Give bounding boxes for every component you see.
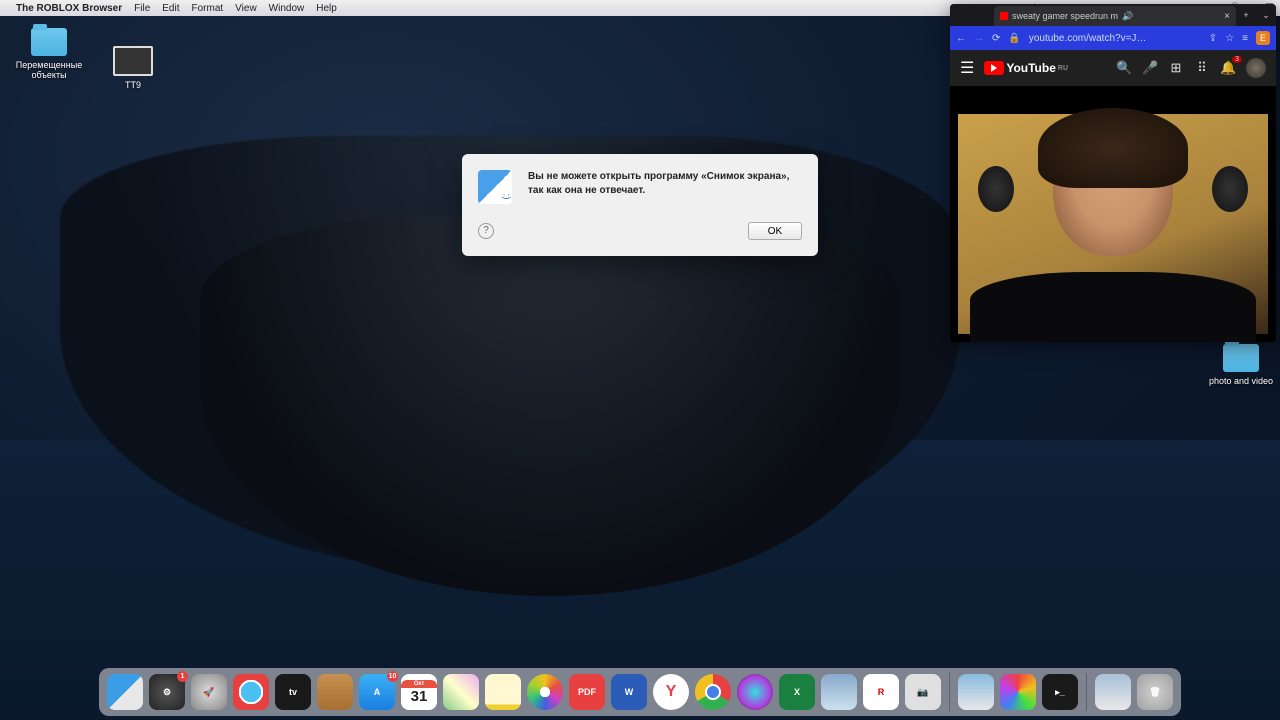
video-player[interactable] [950,106,1276,342]
profile-badge[interactable]: E [1256,31,1270,45]
address-bar[interactable]: youtube.com/watch?v=J… [1029,33,1201,44]
notifications-icon[interactable]: 🔔3 [1220,60,1236,76]
dock-appstore[interactable]: A10 [359,674,395,710]
tab-close-icon[interactable]: × [1224,11,1230,22]
dock-contacts[interactable] [317,674,353,710]
youtube-header: ☰ YouTubeRU 🔍 🎤 ⊞ ⠿ 🔔3 [950,50,1276,86]
dock-chrome[interactable] [695,674,731,710]
dock-finder[interactable] [107,674,143,710]
apps-icon[interactable]: ⠿ [1194,60,1210,76]
dock-preview[interactable] [821,674,857,710]
dock: ⚙1 🚀 tv A10 Окт31 PDF W Y X R 📷 ▸_ 🗑 [99,668,1181,716]
dock-trash[interactable]: 🗑 [1137,674,1173,710]
dock-recent-1[interactable] [958,674,994,710]
dock-excel[interactable]: X [779,674,815,710]
dock-word[interactable]: W [611,674,647,710]
headphones-icon [978,166,1014,212]
menu-edit[interactable]: Edit [162,3,179,14]
toolbar: ← → ⟳ 🔒 youtube.com/watch?v=J… ⇪ ☆ ≡ E [950,26,1276,50]
tab-audio-icon[interactable]: 🔊 [1122,11,1133,22]
menu-view[interactable]: View [235,3,257,14]
create-icon[interactable]: ⊞ [1168,60,1184,76]
browser-tab[interactable]: sweaty gamer speedrun m 🔊 × [994,6,1236,26]
desktop-icon-label: Перемещенные объекты [14,60,84,80]
dock-screenshot[interactable]: 📷 [905,674,941,710]
back-button[interactable]: ← [956,33,966,44]
menu-window[interactable]: Window [269,3,305,14]
play-icon [984,61,1004,75]
dock-separator [949,673,950,711]
app-name[interactable]: The ROBLOX Browser [16,3,122,14]
ok-button[interactable]: OK [748,222,802,240]
desktop-icon-label: TT9 [98,80,168,90]
reader-icon[interactable]: ≡ [1242,33,1248,44]
dock-terminal[interactable]: ▸_ [1042,674,1078,710]
forward-button[interactable]: → [974,33,984,44]
dock-siri[interactable] [737,674,773,710]
finder-icon [478,170,512,204]
dock-calendar[interactable]: Окт31 [401,674,437,710]
bookmark-icon[interactable]: ☆ [1225,33,1234,44]
dock-settings[interactable]: ⚙1 [149,674,185,710]
share-icon[interactable]: ⇪ [1209,33,1217,44]
dock-launchpad[interactable]: 🚀 [191,674,227,710]
dock-notes[interactable] [485,674,521,710]
desktop-folder-moved[interactable]: Перемещенные объекты [14,28,84,80]
dock-safari[interactable] [233,674,269,710]
alert-dialog: Вы не можете открыть программу «Снимок э… [462,154,818,256]
hamburger-icon[interactable]: ☰ [960,58,974,78]
avatar[interactable] [1246,58,1266,78]
youtube-favicon-icon [1000,12,1008,20]
browser-window[interactable]: sweaty gamer speedrun m 🔊 × + ⌄ ← → ⟳ 🔒 … [950,4,1276,342]
dock-yandex[interactable]: Y [653,674,689,710]
menu-help[interactable]: Help [316,3,337,14]
new-tab-button[interactable]: + [1236,4,1256,26]
dialog-message: Вы не можете открыть программу «Снимок э… [528,170,802,204]
tab-bar: sweaty gamer speedrun m 🔊 × + ⌄ [950,4,1276,26]
dock-recent-2[interactable] [1000,674,1036,710]
reload-button[interactable]: ⟳ [992,33,1000,44]
folder-icon [31,28,67,56]
desktop-folder-photo[interactable]: photo and video [1206,344,1276,386]
folder-icon [1223,344,1259,372]
dock-separator [1086,673,1087,711]
dock-appletv[interactable]: tv [275,674,311,710]
menu-file[interactable]: File [134,3,150,14]
help-button[interactable]: ? [478,223,494,239]
dock-pdf[interactable]: PDF [569,674,605,710]
tab-title: sweaty gamer speedrun m [1012,11,1118,21]
desktop-app-tt9[interactable]: TT9 [98,46,168,90]
headphones-icon [1212,166,1248,212]
search-icon[interactable]: 🔍 [1116,60,1132,76]
dock-roblox[interactable]: R [863,674,899,710]
menu-format[interactable]: Format [192,3,224,14]
dock-downloads[interactable] [1095,674,1131,710]
dock-maps[interactable] [443,674,479,710]
tabs-dropdown-icon[interactable]: ⌄ [1256,4,1276,26]
youtube-logo[interactable]: YouTubeRU [984,61,1068,75]
dock-photos[interactable] [527,674,563,710]
lock-icon: 🔒 [1008,33,1020,44]
mic-icon[interactable]: 🎤 [1142,60,1158,76]
terminal-icon [113,46,153,76]
desktop-icon-label: photo and video [1206,376,1276,386]
